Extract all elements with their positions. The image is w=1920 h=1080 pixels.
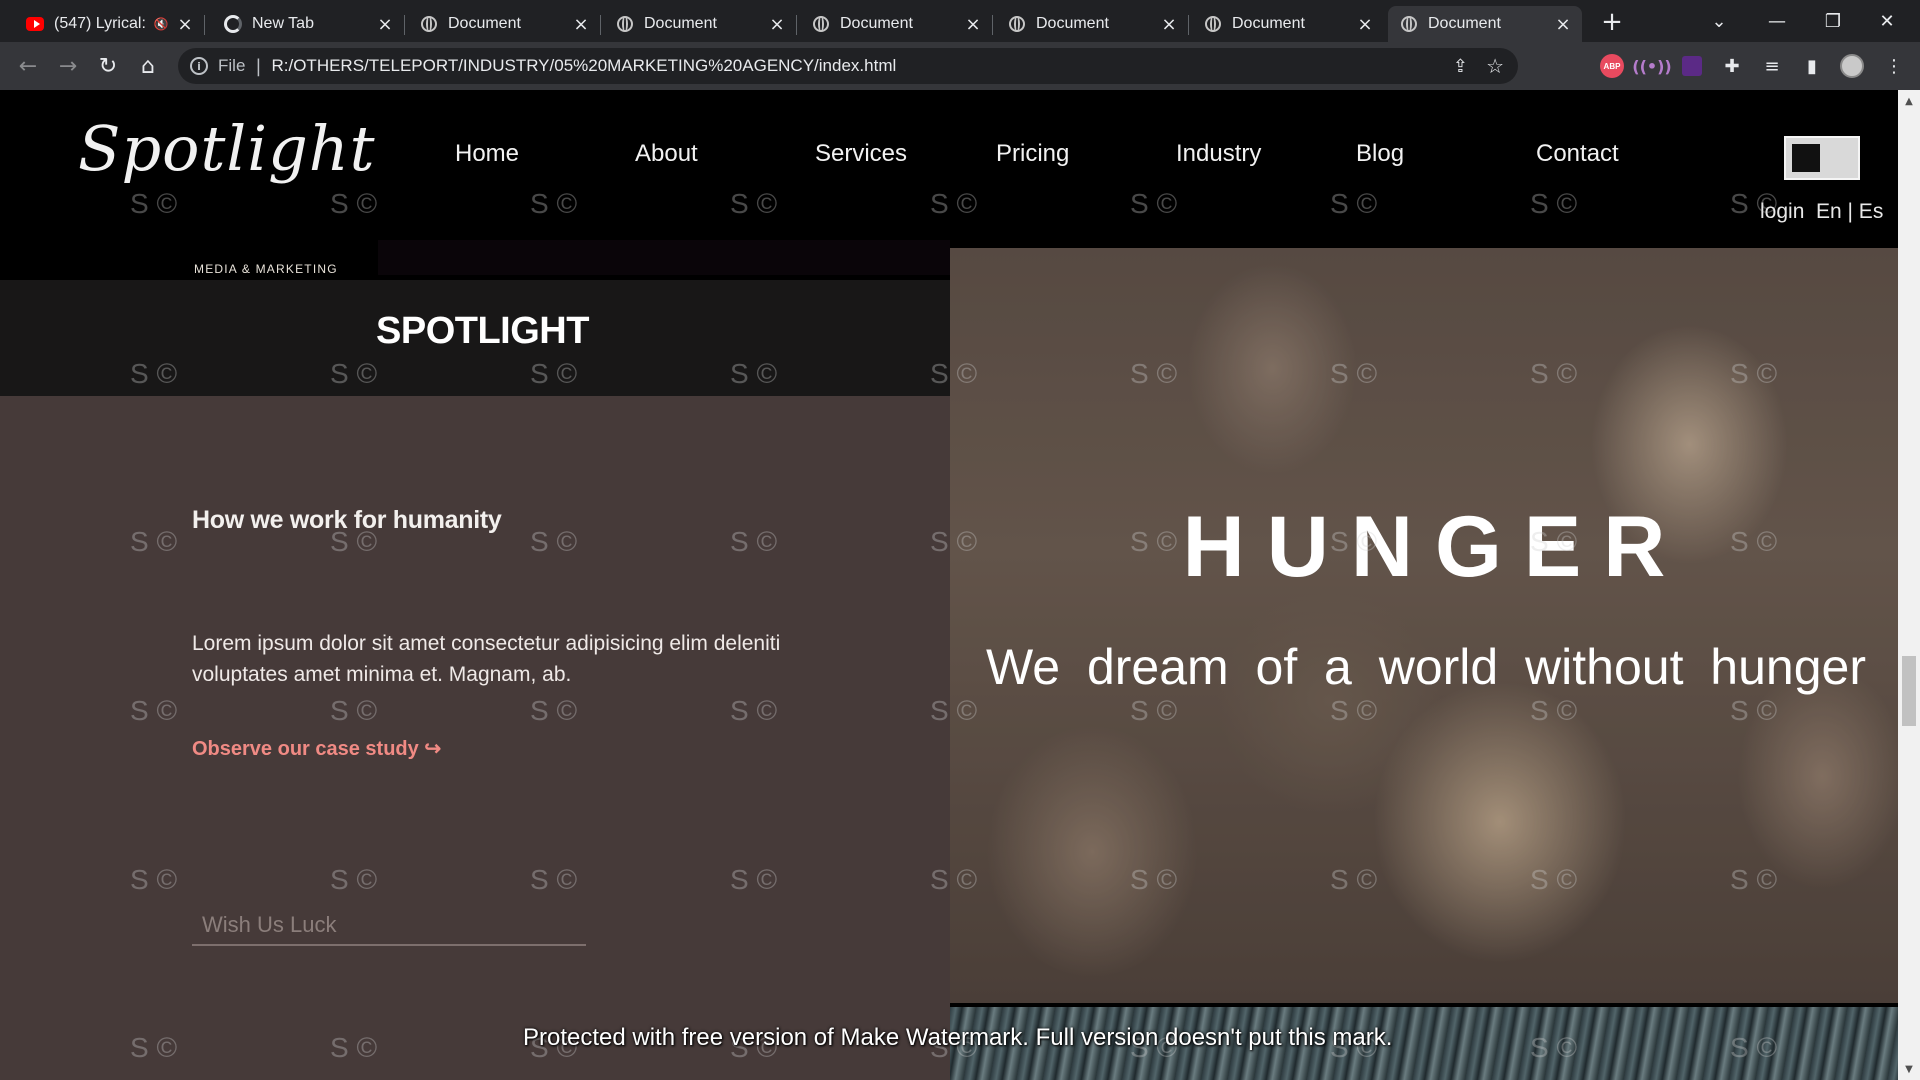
side-panel-icon[interactable]: ▮ <box>1800 54 1824 78</box>
tab-new-tab[interactable]: New Tab × <box>212 6 405 42</box>
tab-title: Document <box>448 15 521 32</box>
header-strip <box>378 240 950 275</box>
globe-icon <box>1204 15 1222 33</box>
tab-document-3[interactable]: Document × <box>800 6 993 42</box>
close-tab-icon[interactable]: × <box>570 13 592 35</box>
url-text[interactable]: R:/OTHERS/TELEPORT/INDUSTRY/05%20MARKETI… <box>271 56 896 76</box>
tab-document-2[interactable]: Document × <box>604 6 797 42</box>
language-switch[interactable]: En | Es <box>1816 200 1883 224</box>
media-control-icon[interactable]: ≡ <box>1760 54 1784 78</box>
login-link[interactable]: login <box>1760 200 1804 224</box>
home-icon[interactable]: ⌂ <box>132 50 164 82</box>
tab-title: Document <box>1428 15 1501 32</box>
nav-services[interactable]: Services <box>815 140 907 168</box>
bookmark-star-icon[interactable]: ☆ <box>1486 54 1504 78</box>
spotlight-band: SPOTLIGHT <box>0 280 950 396</box>
hero-title: HUNGER <box>1182 499 1688 595</box>
humanity-section: How we work for humanity Lorem ipsum dol… <box>0 396 950 1080</box>
nav-pricing[interactable]: Pricing <box>996 140 1069 168</box>
toggle-knob <box>1792 144 1820 172</box>
podcast-extension-icon[interactable]: ((•)) <box>1632 54 1671 78</box>
case-study-link[interactable]: Observe our case study ↪ <box>192 736 441 761</box>
hero-subtitle: We dream of a world without hunger <box>986 639 1866 695</box>
web-page: Spotlight MEDIA & MARKETING Home About S… <box>0 90 1898 1080</box>
section-body: Lorem ipsum dolor sit amet consectetur a… <box>192 632 781 686</box>
tab-document-5[interactable]: Document × <box>1192 6 1384 42</box>
speaker-muted-icon[interactable]: 🔇 <box>152 15 170 33</box>
tab-document-active[interactable]: Document × <box>1388 6 1582 42</box>
hunger-hero-image: HUNGER We dream of a world without hunge… <box>950 248 1898 1003</box>
menu-kebab-icon[interactable]: ⋮ <box>1882 54 1906 78</box>
tab-title: Document <box>1036 15 1109 32</box>
watermark-banner: Protected with free version of Make Wate… <box>523 1024 1393 1051</box>
tab-title: Document <box>1232 15 1305 32</box>
youtube-icon <box>26 15 44 33</box>
globe-icon <box>1400 15 1418 33</box>
close-tab-icon[interactable]: × <box>374 13 396 35</box>
purple-extension-icon[interactable] <box>1682 56 1702 76</box>
tab-document-4[interactable]: Document × <box>996 6 1189 42</box>
logo-script: Spotlight <box>78 112 376 185</box>
nav-blog[interactable]: Blog <box>1356 140 1404 168</box>
tab-title: New Tab <box>252 15 314 32</box>
tab-search-chevron-icon[interactable]: ⌄ <box>1694 6 1744 36</box>
tab-title: Document <box>840 15 913 32</box>
hero-overlay <box>950 248 1898 1003</box>
wish-us-luck-input[interactable] <box>192 906 586 946</box>
nav-home[interactable]: Home <box>455 140 519 168</box>
logo-subtitle: MEDIA & MARKETING <box>194 262 338 276</box>
back-icon[interactable]: ← <box>12 50 44 82</box>
address-bar[interactable]: i File | R:/OTHERS/TELEPORT/INDUSTRY/05%… <box>178 48 1518 84</box>
restore-icon[interactable]: ❐ <box>1808 6 1858 36</box>
spotlight-logo[interactable]: Spotlight MEDIA & MARKETING <box>78 112 375 276</box>
scroll-up-arrow-icon[interactable]: ▲ <box>1898 90 1920 112</box>
globe-icon <box>1008 15 1026 33</box>
close-tab-icon[interactable]: × <box>174 13 196 35</box>
nav-industry[interactable]: Industry <box>1176 140 1261 168</box>
globe-icon <box>420 15 438 33</box>
browser-toolbar: ← → ↻ ⌂ i File | R:/OTHERS/TELEPORT/INDU… <box>0 42 1920 90</box>
scroll-down-arrow-icon[interactable]: ▼ <box>1898 1058 1920 1080</box>
close-tab-icon[interactable]: × <box>1354 13 1376 35</box>
extensions-puzzle-icon[interactable]: ✚ <box>1720 54 1744 78</box>
site-info-icon[interactable]: i <box>190 57 208 75</box>
tab-youtube[interactable]: (547) Lyrical: 🔇 × <box>14 6 205 42</box>
chrome-icon <box>224 15 242 33</box>
forward-icon[interactable]: → <box>52 50 84 82</box>
page-scrollbar[interactable]: ▲ ▼ <box>1898 90 1920 1080</box>
tab-strip: (547) Lyrical: 🔇 × New Tab × Document × … <box>0 0 1920 42</box>
minimize-icon[interactable]: — <box>1752 6 1802 36</box>
scroll-thumb[interactable] <box>1902 656 1916 726</box>
url-divider: | <box>255 55 262 77</box>
close-tab-icon[interactable]: × <box>766 13 788 35</box>
adblock-plus-icon[interactable]: ABP <box>1600 54 1624 78</box>
tab-title: (547) Lyrical: <box>54 15 146 32</box>
share-icon[interactable]: ⇪ <box>1453 56 1468 77</box>
nav-about[interactable]: About <box>635 140 698 168</box>
close-window-icon[interactable]: ✕ <box>1862 6 1912 36</box>
close-tab-icon[interactable]: × <box>962 13 984 35</box>
tab-document-1[interactable]: Document × <box>408 6 601 42</box>
url-scheme: File <box>218 56 246 75</box>
section-heading: How we work for humanity <box>192 506 502 534</box>
theme-toggle[interactable] <box>1784 136 1860 180</box>
reload-icon[interactable]: ↻ <box>92 50 124 82</box>
tab-title: Document <box>644 15 717 32</box>
profile-avatar[interactable] <box>1840 54 1864 78</box>
close-tab-icon[interactable]: × <box>1158 13 1180 35</box>
globe-icon <box>812 15 830 33</box>
new-tab-icon[interactable]: + <box>1598 7 1626 37</box>
nav-contact[interactable]: Contact <box>1536 140 1619 168</box>
globe-icon <box>616 15 634 33</box>
spotlight-heading: SPOTLIGHT <box>376 310 589 352</box>
close-tab-icon[interactable]: × <box>1552 13 1574 35</box>
